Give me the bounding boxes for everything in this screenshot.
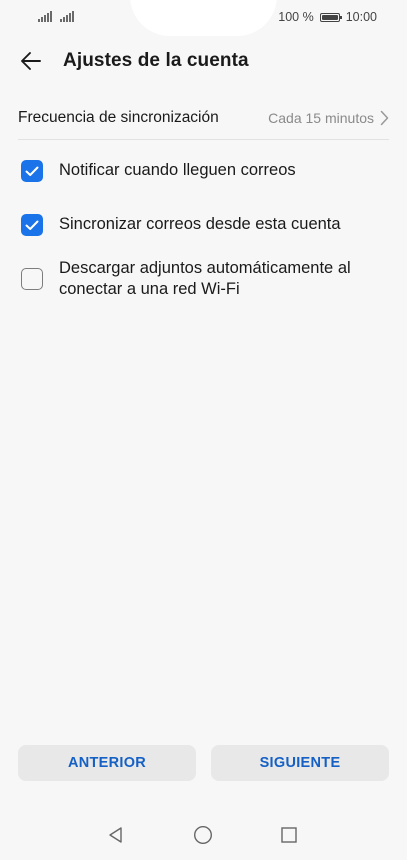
- app-bar: Ajustes de la cuenta: [0, 40, 407, 82]
- page-title: Ajustes de la cuenta: [63, 50, 249, 71]
- battery-fill: [321, 14, 338, 20]
- signal-strength-icon: [38, 10, 52, 22]
- nav-recents-button[interactable]: [278, 824, 300, 846]
- previous-button[interactable]: ANTERIOR: [18, 745, 196, 781]
- signal-indicators: [38, 10, 74, 22]
- status-right: 100 % 10:00: [278, 10, 377, 24]
- signal-strength-icon: [60, 10, 74, 22]
- sync-frequency-row[interactable]: Frecuencia de sincronización Cada 15 min…: [18, 96, 389, 140]
- system-nav-bar: [0, 820, 407, 850]
- back-triangle-icon: [109, 827, 122, 843]
- battery-percentage: 100 %: [278, 10, 314, 24]
- nav-home-button[interactable]: [192, 824, 214, 846]
- checkmark-icon: [25, 220, 39, 230]
- option-download-attachments[interactable]: Descargar adjuntos automáticamente al co…: [18, 258, 389, 300]
- status-bar: 100 % 10:00: [0, 0, 407, 36]
- option-label: Sincronizar correos desde esta cuenta: [59, 215, 341, 233]
- option-label: Descargar adjuntos automáticamente al co…: [59, 259, 351, 298]
- option-sync-mail[interactable]: Sincronizar correos desde esta cuenta: [18, 214, 389, 236]
- checkbox[interactable]: [21, 160, 43, 182]
- sync-frequency-value: Cada 15 minutos: [268, 109, 374, 126]
- camera-notch: [130, 0, 277, 36]
- home-circle-icon: [193, 825, 213, 845]
- option-label: Notificar cuando lleguen correos: [59, 161, 296, 179]
- option-notify-new-mail[interactable]: Notificar cuando lleguen correos: [18, 160, 389, 182]
- battery-icon: [319, 12, 342, 22]
- nav-back-button[interactable]: [105, 824, 127, 846]
- sync-frequency-label: Frecuencia de sincronización: [18, 108, 219, 126]
- checkmark-icon: [25, 166, 39, 176]
- back-button[interactable]: [16, 46, 46, 76]
- checkbox[interactable]: [21, 214, 43, 236]
- recents-square-icon: [281, 827, 297, 843]
- clock: 10:00: [345, 10, 377, 24]
- arrow-left-icon: [21, 52, 41, 70]
- checkbox[interactable]: [21, 268, 43, 290]
- chevron-right-icon: [380, 110, 389, 126]
- next-button[interactable]: SIGUIENTE: [211, 745, 389, 781]
